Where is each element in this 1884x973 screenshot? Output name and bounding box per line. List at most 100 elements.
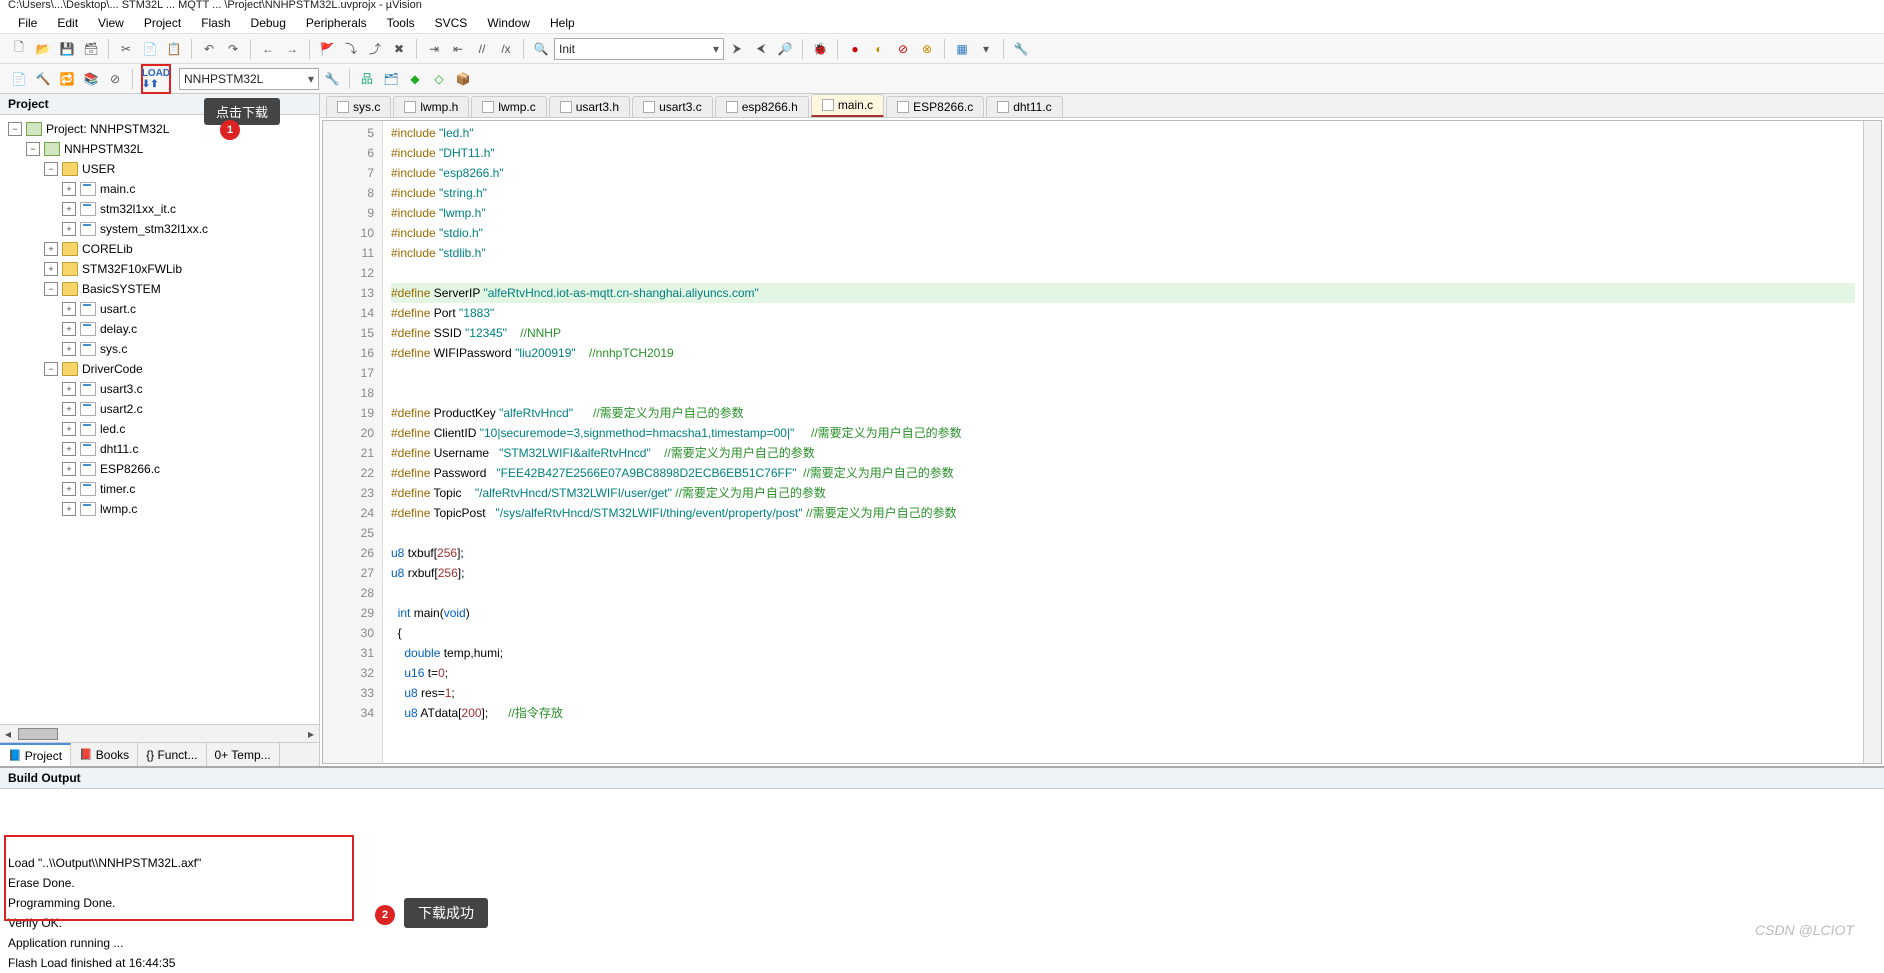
paste-icon[interactable]: 📋 — [163, 38, 185, 60]
new-file-icon[interactable]: 🗋 — [8, 38, 30, 60]
uncomment-icon[interactable]: /x — [495, 38, 517, 60]
tree-group-user[interactable]: −USER — [0, 159, 319, 179]
nav-fwd-icon[interactable]: → — [281, 38, 303, 60]
tree-group-basicsystem[interactable]: −BasicSYSTEM — [0, 279, 319, 299]
target-options-icon[interactable]: 🔧 — [321, 68, 343, 90]
menu-window[interactable]: Window — [477, 16, 540, 30]
code-content[interactable]: #include "led.h"#include "DHT11.h"#inclu… — [383, 121, 1863, 763]
open-icon[interactable]: 📂 — [32, 38, 54, 60]
menu-debug[interactable]: Debug — [241, 16, 296, 30]
rebuild-icon[interactable]: 🔁 — [56, 68, 78, 90]
indent-icon[interactable]: ⇥ — [423, 38, 445, 60]
project-tree[interactable]: −Project: NNHPSTM32L−NNHPSTM32L−USER+mai… — [0, 115, 319, 724]
tree-file-timer-c[interactable]: +timer.c — [0, 479, 319, 499]
main-toolbar: 🗋 📂 💾 🗃 ✂ 📄 📋 ↶ ↷ ← → 🚩 ⤵ ⤴ ✖ ⇥ ⇤ // /x … — [0, 34, 1884, 64]
sidebar-hscroll[interactable]: ◂ ▸ — [0, 724, 319, 742]
tab-usart3-c[interactable]: usart3.c — [632, 96, 713, 117]
tree-file-usart3-c[interactable]: +usart3.c — [0, 379, 319, 399]
target-select[interactable]: NNHPSTM32L▾ — [179, 68, 319, 90]
menu-tools[interactable]: Tools — [377, 16, 425, 30]
tab-main-c[interactable]: main.c — [811, 94, 884, 117]
debug-icon[interactable]: 🐞 — [809, 38, 831, 60]
tab-usart3-h[interactable]: usart3.h — [549, 96, 630, 117]
batch-build-icon[interactable]: 📚 — [80, 68, 102, 90]
save-icon[interactable]: 💾 — [56, 38, 78, 60]
find-prev-icon[interactable]: ⮜ — [750, 38, 772, 60]
find-combo[interactable]: Init▾ — [554, 38, 724, 60]
bookmark-clear-icon[interactable]: ✖ — [388, 38, 410, 60]
tree-file-main-c[interactable]: +main.c — [0, 179, 319, 199]
tree-file-sys-c[interactable]: +sys.c — [0, 339, 319, 359]
breakpoint-kill-all-icon[interactable]: ⊗ — [916, 38, 938, 60]
tree-file-dht11-c[interactable]: +dht11.c — [0, 439, 319, 459]
scroll-thumb[interactable] — [18, 728, 58, 740]
tree-target[interactable]: −NNHPSTM32L — [0, 139, 319, 159]
toolbox-icon[interactable]: ▾ — [975, 38, 997, 60]
bookmark-icon[interactable]: 🚩 — [316, 38, 338, 60]
manage-project-icon[interactable]: 品 — [356, 68, 378, 90]
download-button[interactable]: LOAD⬇⬆ — [141, 64, 171, 94]
menu-file[interactable]: File — [8, 16, 47, 30]
menu-svcs[interactable]: SVCS — [425, 16, 478, 30]
tree-group-drivercode[interactable]: −DriverCode — [0, 359, 319, 379]
translate-icon[interactable]: 📄 — [8, 68, 30, 90]
scroll-right-icon[interactable]: ▸ — [303, 727, 319, 741]
tab-lwmp-c[interactable]: lwmp.c — [471, 96, 546, 117]
tree-file-stm32l1xx_it-c[interactable]: +stm32l1xx_it.c — [0, 199, 319, 219]
tab-sys-c[interactable]: sys.c — [326, 96, 391, 117]
build-output-body[interactable]: Load "..\\Output\\NNHPSTM32L.axf"Erase D… — [0, 789, 1884, 919]
code-editor[interactable]: 5678910111213141516171819202122232425262… — [322, 120, 1882, 764]
window-icon[interactable]: ▦ — [951, 38, 973, 60]
outdent-icon[interactable]: ⇤ — [447, 38, 469, 60]
stop-build-icon[interactable]: ⊘ — [104, 68, 126, 90]
bookmark-next-icon[interactable]: ⤵ — [340, 38, 362, 60]
incremental-find-icon[interactable]: 🔎 — [774, 38, 796, 60]
save-all-icon[interactable]: 🗃 — [80, 38, 102, 60]
build-icon[interactable]: 🔨 — [32, 68, 54, 90]
menu-project[interactable]: Project — [134, 16, 191, 30]
sidebar-tab-templates[interactable]: 0+ Temp... — [207, 743, 280, 766]
tree-group-corelib[interactable]: +CORELib — [0, 239, 319, 259]
sidebar-tabs: 📘 Project 📕 Books {} Funct... 0+ Temp... — [0, 742, 319, 766]
menu-edit[interactable]: Edit — [47, 16, 88, 30]
tree-file-lwmp-c[interactable]: +lwmp.c — [0, 499, 319, 519]
editor-vscroll[interactable] — [1863, 121, 1881, 763]
menu-view[interactable]: View — [88, 16, 134, 30]
sidebar-tab-functions[interactable]: {} Funct... — [138, 743, 206, 766]
redo-icon[interactable]: ↷ — [222, 38, 244, 60]
menu-peripherals[interactable]: Peripherals — [296, 16, 377, 30]
manage-rte-icon[interactable]: ◆ — [404, 68, 426, 90]
cut-icon[interactable]: ✂ — [115, 38, 137, 60]
nav-back-icon[interactable]: ← — [257, 38, 279, 60]
bookmark-prev-icon[interactable]: ⤴ — [364, 38, 386, 60]
tree-file-delay-c[interactable]: +delay.c — [0, 319, 319, 339]
select-packs-icon[interactable]: ◇ — [428, 68, 450, 90]
comment-icon[interactable]: // — [471, 38, 493, 60]
tree-file-ESP8266-c[interactable]: +ESP8266.c — [0, 459, 319, 479]
pack-installer-icon[interactable]: 📦 — [452, 68, 474, 90]
tree-group-stm32f10xfwlib[interactable]: +STM32F10xFWLib — [0, 259, 319, 279]
scroll-left-icon[interactable]: ◂ — [0, 727, 16, 741]
tree-file-usart2-c[interactable]: +usart2.c — [0, 399, 319, 419]
tab-dht11-c[interactable]: dht11.c — [986, 96, 1062, 117]
tab-ESP8266-c[interactable]: ESP8266.c — [886, 96, 984, 117]
undo-icon[interactable]: ↶ — [198, 38, 220, 60]
menu-help[interactable]: Help — [540, 16, 585, 30]
menu-flash[interactable]: Flash — [191, 16, 240, 30]
find-icon[interactable]: 🔍 — [530, 38, 552, 60]
tab-lwmp-h[interactable]: lwmp.h — [393, 96, 469, 117]
breakpoint-kill-icon[interactable]: ⊘ — [892, 38, 914, 60]
tree-file-led-c[interactable]: +led.c — [0, 419, 319, 439]
configure-icon[interactable]: 🔧 — [1010, 38, 1032, 60]
annotation-tip-2: 下载成功 — [404, 898, 488, 928]
file-ext-icon[interactable]: 🗂 — [380, 68, 402, 90]
sidebar-tab-books[interactable]: 📕 Books — [71, 743, 138, 766]
tree-file-usart-c[interactable]: +usart.c — [0, 299, 319, 319]
tree-file-system_stm32l1xx-c[interactable]: +system_stm32l1xx.c — [0, 219, 319, 239]
copy-icon[interactable]: 📄 — [139, 38, 161, 60]
breakpoint-disable-icon[interactable]: ◐ — [868, 38, 890, 60]
tab-esp8266-h[interactable]: esp8266.h — [715, 96, 809, 117]
breakpoint-icon[interactable]: ● — [844, 38, 866, 60]
sidebar-tab-project[interactable]: 📘 Project — [0, 743, 71, 766]
find-next-icon[interactable]: ⮞ — [726, 38, 748, 60]
